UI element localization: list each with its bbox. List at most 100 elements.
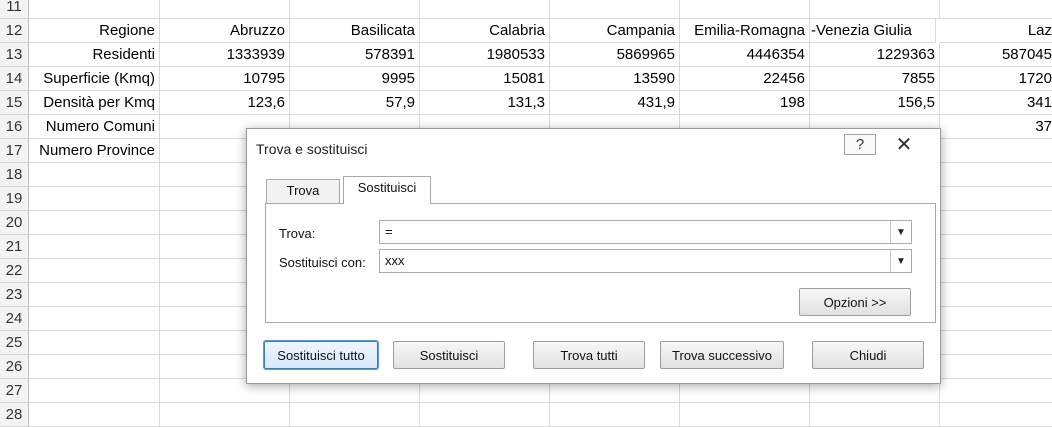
table-cell[interactable]	[29, 211, 160, 235]
table-cell[interactable]: 7855	[810, 67, 940, 91]
table-cell[interactable]: 13590	[550, 67, 680, 91]
table-cell[interactable]	[940, 187, 1052, 211]
row-header[interactable]: 28	[0, 403, 29, 427]
table-cell[interactable]: Numero Comuni	[29, 115, 160, 139]
table-cell[interactable]: 198	[680, 91, 810, 115]
table-cell[interactable]	[420, 403, 550, 427]
table-cell[interactable]	[29, 403, 160, 427]
table-cell[interactable]: Laz	[940, 19, 1052, 43]
row-header[interactable]: 19	[0, 187, 29, 211]
row-header[interactable]: 11	[0, 0, 29, 19]
table-cell[interactable]	[680, 403, 810, 427]
table-cell[interactable]: 9995	[290, 67, 420, 91]
table-cell[interactable]	[29, 355, 160, 379]
table-cell[interactable]: 10795	[160, 67, 290, 91]
table-cell[interactable]	[29, 307, 160, 331]
table-cell[interactable]: 341	[940, 91, 1052, 115]
table-cell[interactable]	[810, 403, 940, 427]
table-cell[interactable]: 156,5	[810, 91, 940, 115]
table-cell[interactable]: Calabria	[420, 19, 550, 43]
table-cell[interactable]: Emilia-Romagna	[680, 19, 810, 43]
row-header[interactable]: 18	[0, 163, 29, 187]
table-cell[interactable]: Basilicata	[290, 19, 420, 43]
tab-find[interactable]: Trova	[266, 179, 340, 203]
row-header[interactable]: 26	[0, 355, 29, 379]
table-cell[interactable]: 57,9	[290, 91, 420, 115]
close-button[interactable]: Chiudi	[812, 341, 924, 369]
table-cell[interactable]	[29, 0, 160, 19]
table-cell[interactable]	[160, 0, 290, 19]
table-cell[interactable]: 1980533	[420, 43, 550, 67]
table-cell[interactable]	[420, 0, 550, 19]
table-cell[interactable]	[940, 379, 1052, 403]
row-header[interactable]: 17	[0, 139, 29, 163]
table-cell[interactable]	[940, 331, 1052, 355]
table-cell[interactable]	[290, 403, 420, 427]
tab-replace[interactable]: Sostituisci	[343, 176, 431, 204]
table-cell[interactable]	[29, 259, 160, 283]
find-next-button[interactable]: Trova successivo	[660, 341, 784, 369]
table-cell[interactable]: Abruzzo	[160, 19, 290, 43]
replace-button[interactable]: Sostituisci	[393, 341, 505, 369]
table-cell[interactable]: 1720	[940, 67, 1052, 91]
options-button[interactable]: Opzioni >>	[799, 288, 911, 316]
table-cell[interactable]: 578391	[290, 43, 420, 67]
table-cell[interactable]	[940, 283, 1052, 307]
table-cell[interactable]: 131,3	[420, 91, 550, 115]
row-header[interactable]: 15	[0, 91, 29, 115]
table-cell[interactable]: 37	[940, 115, 1052, 139]
table-cell[interactable]: 431,9	[550, 91, 680, 115]
table-cell[interactable]: Regione	[29, 19, 160, 43]
table-cell[interactable]: 15081	[420, 67, 550, 91]
row-header[interactable]: 27	[0, 379, 29, 403]
table-cell[interactable]: 5869965	[550, 43, 680, 67]
table-cell[interactable]	[29, 283, 160, 307]
table-cell[interactable]	[810, 0, 940, 19]
table-cell[interactable]: 1333939	[160, 43, 290, 67]
row-header[interactable]: 24	[0, 307, 29, 331]
table-cell[interactable]: Superficie (Kmq)	[29, 67, 160, 91]
table-cell[interactable]: 587045	[940, 43, 1052, 67]
table-cell[interactable]	[940, 235, 1052, 259]
table-cell[interactable]	[29, 235, 160, 259]
table-cell[interactable]	[940, 403, 1052, 427]
help-icon[interactable]: ?	[844, 134, 876, 155]
table-cell[interactable]	[290, 0, 420, 19]
row-header[interactable]: 21	[0, 235, 29, 259]
table-cell[interactable]: Numero Province	[29, 139, 160, 163]
table-cell[interactable]	[160, 403, 290, 427]
table-cell[interactable]	[550, 403, 680, 427]
close-icon[interactable]: ✕	[888, 134, 920, 156]
replace-dropdown-icon[interactable]: ▼	[890, 250, 911, 272]
table-cell[interactable]	[940, 211, 1052, 235]
find-all-button[interactable]: Trova tutti	[533, 341, 645, 369]
table-cell[interactable]	[29, 163, 160, 187]
table-cell[interactable]	[29, 379, 160, 403]
table-cell[interactable]: Campania	[550, 19, 680, 43]
row-header[interactable]: 20	[0, 211, 29, 235]
row-header[interactable]: 13	[0, 43, 29, 67]
table-cell[interactable]: uli-Venezia Giulia	[810, 19, 936, 43]
table-cell[interactable]	[940, 307, 1052, 331]
table-cell[interactable]: 1229363	[810, 43, 940, 67]
row-header[interactable]: 23	[0, 283, 29, 307]
table-cell[interactable]: 4446354	[680, 43, 810, 67]
table-cell[interactable]: 123,6	[160, 91, 290, 115]
row-header[interactable]: 16	[0, 115, 29, 139]
table-cell[interactable]: Residenti	[29, 43, 160, 67]
row-header[interactable]: 25	[0, 331, 29, 355]
table-cell[interactable]	[940, 259, 1052, 283]
table-cell[interactable]	[29, 187, 160, 211]
table-cell[interactable]	[940, 0, 1052, 19]
table-cell[interactable]	[680, 0, 810, 19]
table-cell[interactable]	[940, 139, 1052, 163]
table-cell[interactable]: Densità per Kmq	[29, 91, 160, 115]
replace-all-button[interactable]: Sostituisci tutto	[263, 340, 379, 370]
table-cell[interactable]	[940, 355, 1052, 379]
row-header[interactable]: 22	[0, 259, 29, 283]
table-cell[interactable]	[29, 331, 160, 355]
row-header[interactable]: 12	[0, 19, 29, 43]
table-cell[interactable]	[550, 0, 680, 19]
find-input[interactable]: = ▼	[379, 220, 912, 244]
find-dropdown-icon[interactable]: ▼	[890, 221, 911, 243]
